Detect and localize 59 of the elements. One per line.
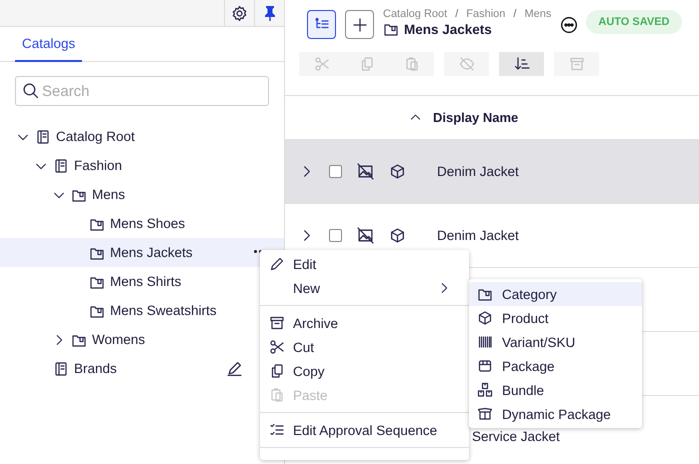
scissors-icon <box>269 339 285 355</box>
book-icon <box>35 128 51 144</box>
box-icon <box>477 358 493 374</box>
checkbox[interactable] <box>329 165 342 178</box>
status-badge: AUTO SAVED <box>586 10 682 34</box>
search-icon <box>22 82 39 99</box>
column-header[interactable]: Display Name <box>433 110 518 125</box>
menu-item[interactable]: Product <box>469 306 642 330</box>
book-icon <box>53 360 69 376</box>
more-icon[interactable] <box>560 16 578 34</box>
table-cell: Service Jacket <box>472 429 560 444</box>
menu-item[interactable]: Category <box>469 282 642 306</box>
cube-icon <box>389 227 406 244</box>
open-box-icon <box>477 406 493 422</box>
breadcrumb-link[interactable]: Mens <box>524 8 552 20</box>
no-image-icon <box>357 163 374 180</box>
menu-item[interactable]: Package <box>469 354 642 378</box>
breadcrumb-link[interactable]: Catalog Root <box>383 8 448 20</box>
hidden-icon <box>458 56 474 72</box>
breadcrumb-link[interactable]: Fashion <box>466 8 506 20</box>
barcode-icon <box>477 334 493 350</box>
menu-item[interactable]: Dynamic Package <box>469 402 642 426</box>
table-cell: Denim Jacket <box>437 228 519 243</box>
menu-item[interactable]: Edit Approval Sequence <box>260 418 469 442</box>
clipboard-icon <box>404 56 420 72</box>
checkbox[interactable] <box>329 229 342 242</box>
clipboard-icon <box>269 387 285 403</box>
cube-icon <box>389 163 406 180</box>
archive-icon <box>269 315 285 331</box>
sort-button[interactable] <box>499 52 544 76</box>
plus-icon <box>352 16 368 32</box>
page-title: Mens Jackets <box>404 22 492 36</box>
tree-item[interactable]: Mens <box>0 180 284 209</box>
search-field[interactable]: Search <box>15 76 269 106</box>
breadcrumb-separator: / <box>512 8 518 20</box>
tree-item[interactable]: Catalog Root <box>0 122 284 151</box>
archive-icon <box>568 56 584 72</box>
pin-icon[interactable] <box>262 5 276 21</box>
tree-item[interactable]: Mens Jackets <box>0 238 284 267</box>
tree-item[interactable]: Mens Shoes <box>0 209 284 238</box>
menu-item[interactable]: Bundle <box>469 378 642 402</box>
checklist-icon <box>269 422 285 438</box>
no-image-icon <box>357 227 374 244</box>
tree-view-button[interactable] <box>307 10 336 39</box>
tab[interactable]: Catalogs <box>15 27 82 62</box>
tree-item[interactable]: Fashion <box>0 151 284 180</box>
table-cell: Denim Jacket <box>437 164 519 179</box>
sort-icon <box>514 56 530 72</box>
pencil-icon[interactable] <box>226 360 243 377</box>
scissors-icon <box>314 56 330 72</box>
stacked-boxes-icon <box>477 382 493 398</box>
breadcrumb-separator: / <box>454 8 460 20</box>
settings-icon[interactable] <box>231 4 248 22</box>
cube-icon <box>477 310 493 326</box>
book-icon <box>53 158 69 174</box>
pencil-icon <box>269 256 285 272</box>
copy-icon <box>269 363 285 379</box>
add-button[interactable] <box>345 10 374 39</box>
menu-item[interactable]: Variant/SKU <box>469 330 642 354</box>
